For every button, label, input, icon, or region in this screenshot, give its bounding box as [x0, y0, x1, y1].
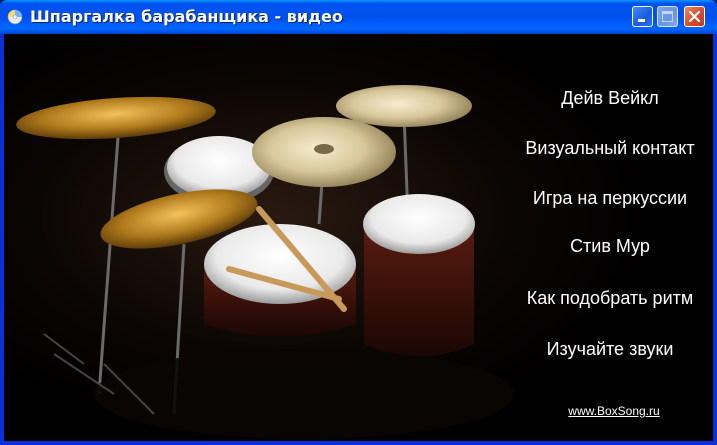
close-button[interactable] [684, 6, 705, 27]
cd-icon [7, 9, 23, 25]
minimize-icon [638, 19, 645, 22]
menu-item-visual-contact[interactable]: Визуальный контакт [525, 138, 694, 159]
close-icon [688, 10, 701, 23]
video-menu-panel: Дейв Вейкл Визуальный контакт Игра на пе… [4, 34, 713, 441]
menu-item-find-rhythm[interactable]: Как подобрать ритм [527, 288, 694, 309]
website-link[interactable]: www.BoxSong.ru [568, 404, 659, 418]
menu-item-steve-moore[interactable]: Стив Мур [570, 236, 650, 257]
menu-item-learn-sounds[interactable]: Изучайте звуки [547, 339, 674, 360]
menu-item-dave-weckl[interactable]: Дейв Вейкл [561, 88, 658, 109]
minimize-button[interactable] [632, 6, 653, 27]
title-bar[interactable]: Шпаргалка барабанщика - видео [0, 0, 717, 34]
maximize-icon [662, 11, 673, 22]
app-window: Шпаргалка барабанщика - видео Дейв Вейкл… [0, 0, 717, 445]
menu-item-percussion[interactable]: Игра на перкуссии [533, 188, 687, 209]
window-title: Шпаргалка барабанщика - видео [30, 7, 343, 26]
maximize-button[interactable] [657, 6, 678, 27]
